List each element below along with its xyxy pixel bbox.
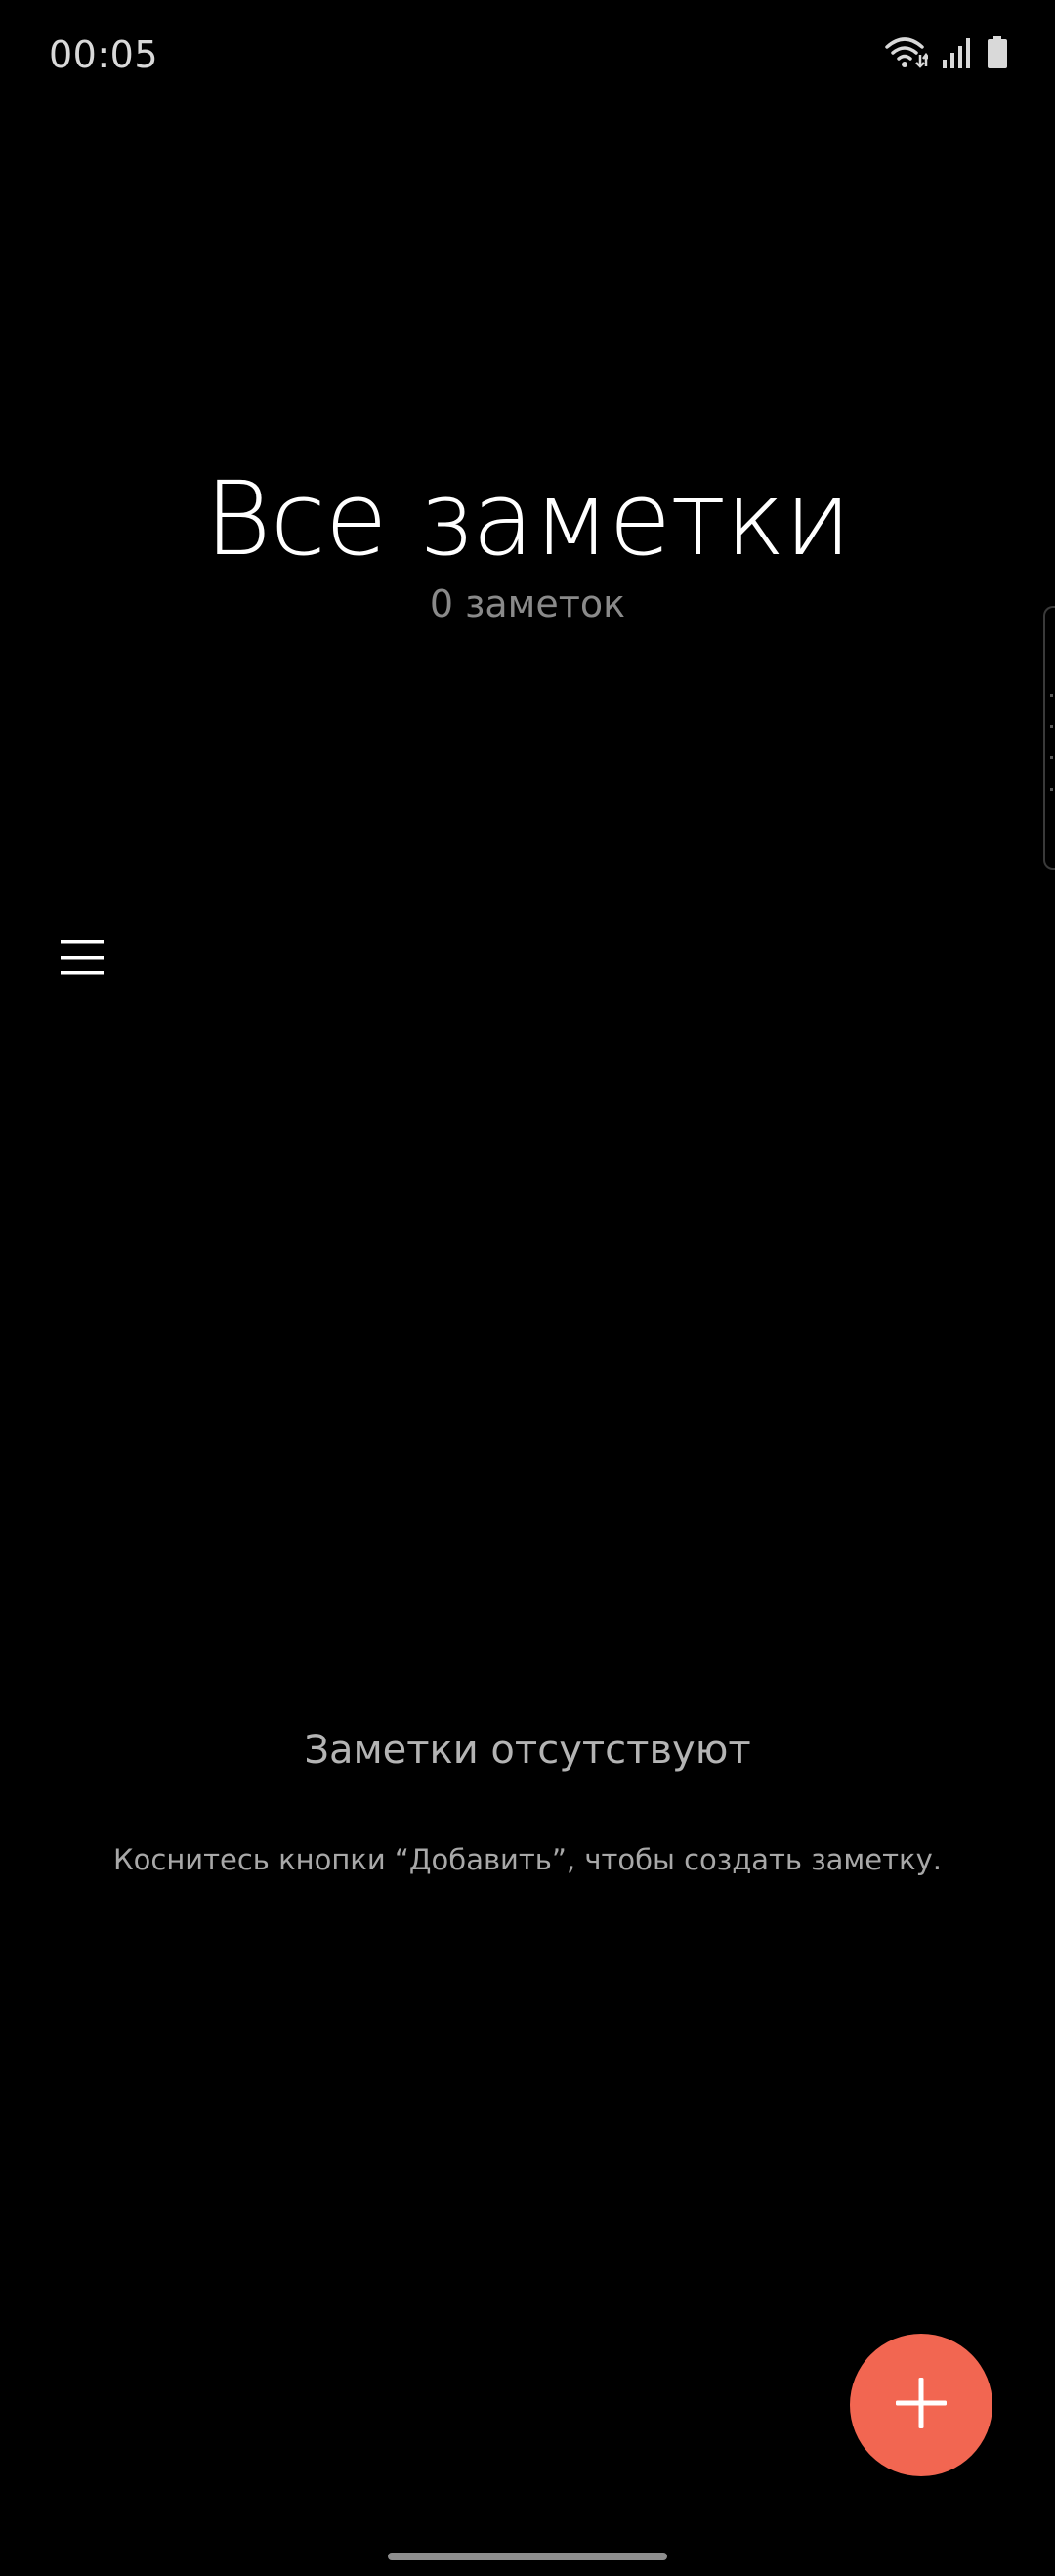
edge-panel-handle[interactable] bbox=[1043, 606, 1055, 870]
edge-handle-tick bbox=[1050, 694, 1053, 697]
battery-icon bbox=[987, 36, 1008, 69]
status-time: 00:05 bbox=[49, 33, 159, 76]
wifi-icon bbox=[885, 35, 928, 70]
hamburger-menu-icon bbox=[61, 938, 104, 982]
menu-button[interactable] bbox=[51, 928, 113, 991]
note-count: 0 заметок bbox=[429, 582, 626, 625]
empty-state-hint: Коснитесь кнопки “Добавить”, чтобы созда… bbox=[113, 1843, 942, 1876]
empty-state-title: Заметки отсутствуют bbox=[304, 1728, 751, 1773]
add-note-button[interactable] bbox=[850, 2334, 992, 2476]
status-icons bbox=[885, 33, 1008, 72]
page-title: Все заметки bbox=[204, 459, 851, 579]
status-bar: 00:05 bbox=[0, 0, 1055, 107]
plus-icon bbox=[894, 2376, 949, 2435]
gesture-navigation-bar[interactable] bbox=[388, 2553, 667, 2560]
edge-handle-tick bbox=[1050, 756, 1053, 759]
edge-handle-tick bbox=[1050, 788, 1053, 791]
signal-icon bbox=[942, 36, 973, 69]
edge-handle-tick bbox=[1050, 725, 1053, 728]
